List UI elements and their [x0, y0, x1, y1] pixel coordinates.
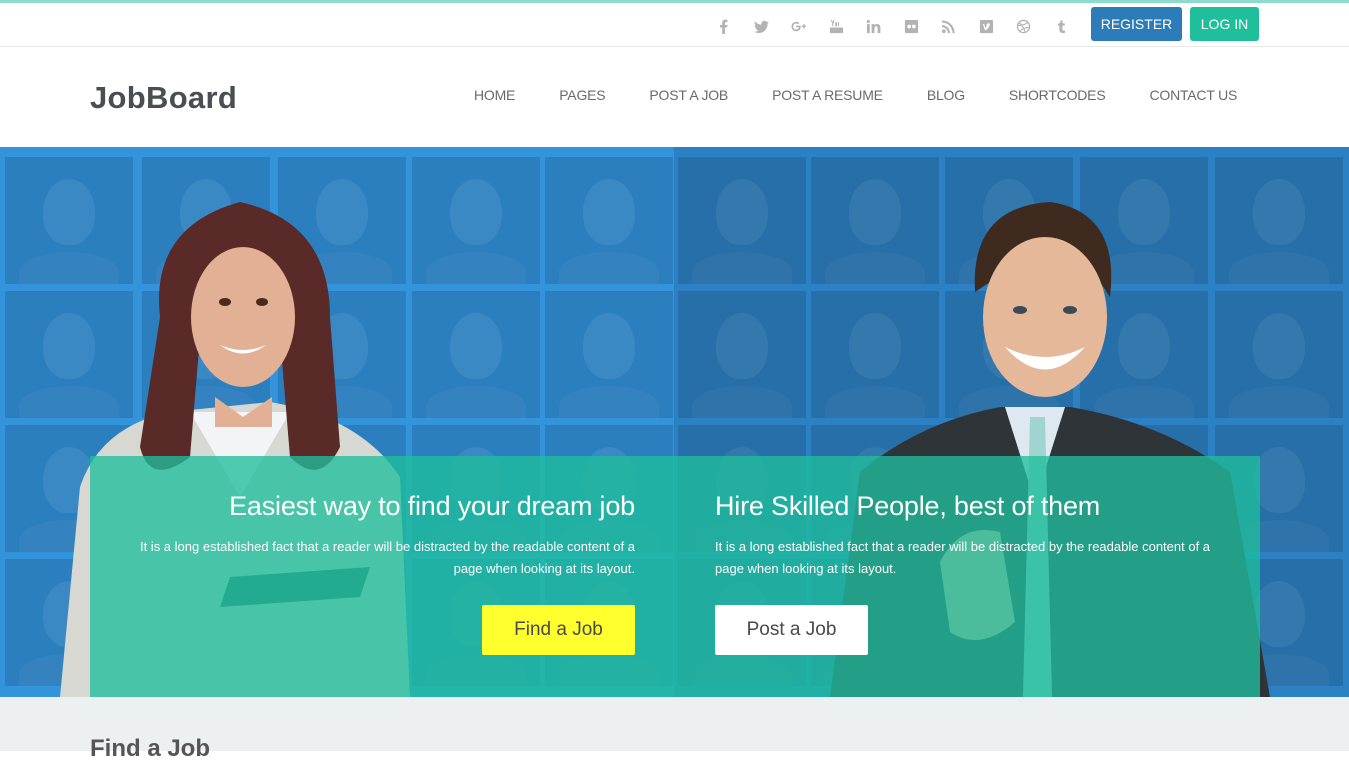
nav-contact-us[interactable]: CONTACT US	[1149, 87, 1237, 103]
nav-blog[interactable]: BLOG	[927, 87, 965, 103]
google-plus-icon[interactable]	[780, 15, 818, 37]
find-a-job-button[interactable]: Find a Job	[482, 605, 635, 655]
nav-post-a-resume[interactable]: POST A RESUME	[772, 87, 883, 103]
nav-shortcodes[interactable]: SHORTCODES	[1009, 87, 1106, 103]
youtube-icon[interactable]	[818, 15, 856, 37]
rss-icon[interactable]	[930, 15, 968, 37]
social-links	[705, 15, 1080, 37]
portrait-tile	[545, 157, 673, 284]
job-seeker-panel: Easiest way to find your dream job It is…	[90, 456, 635, 655]
site-logo[interactable]: JobBoard	[90, 80, 237, 116]
hero-banner: Easiest way to find your dream job It is…	[0, 147, 1349, 697]
job-seeker-description: It is a long established fact that a rea…	[139, 539, 635, 576]
portrait-tile	[678, 291, 806, 418]
portrait-shoulders	[426, 252, 526, 284]
linkedin-icon[interactable]	[855, 15, 893, 37]
portrait-face	[583, 313, 635, 379]
portrait-face	[716, 179, 768, 245]
portrait-tile	[545, 291, 673, 418]
section-title: Find a Job	[90, 735, 210, 762]
find-a-job-section: Find a Job	[0, 697, 1349, 762]
site-header: JobBoard HOME PAGES POST A JOB POST A RE…	[0, 47, 1349, 147]
portrait-shoulders	[692, 252, 792, 284]
register-button[interactable]: REGISTER	[1091, 7, 1182, 41]
dribbble-icon[interactable]	[1005, 15, 1043, 37]
login-button[interactable]: LOG IN	[1190, 7, 1259, 41]
twitter-icon[interactable]	[743, 15, 781, 37]
nav-home[interactable]: HOME	[474, 87, 515, 103]
employer-panel: Hire Skilled People, best of them It is …	[715, 456, 1235, 655]
employer-description: It is a long established fact that a rea…	[715, 539, 1211, 576]
vimeo-icon[interactable]	[968, 15, 1006, 37]
employer-title: Hire Skilled People, best of them	[715, 491, 1101, 521]
portrait-shoulders	[559, 386, 659, 418]
tumblr-icon[interactable]	[1043, 15, 1081, 37]
post-a-job-button[interactable]: Post a Job	[715, 605, 868, 655]
portrait-shoulders	[559, 252, 659, 284]
hero-cta-overlay: Easiest way to find your dream job It is…	[90, 456, 1260, 697]
nav-post-a-job[interactable]: POST A JOB	[649, 87, 728, 103]
flickr-icon[interactable]	[893, 15, 931, 37]
portrait-shoulders	[426, 386, 526, 418]
portrait-face	[583, 179, 635, 245]
portrait-face	[450, 313, 502, 379]
job-seeker-title: Easiest way to find your dream job	[229, 491, 635, 521]
portrait-tile	[678, 157, 806, 284]
main-nav: HOME PAGES POST A JOB POST A RESUME BLOG…	[474, 87, 1237, 103]
portrait-face	[716, 313, 768, 379]
portrait-shoulders	[692, 386, 792, 418]
portrait-face	[450, 179, 502, 245]
topbar: REGISTER LOG IN	[0, 3, 1349, 47]
nav-pages[interactable]: PAGES	[559, 87, 605, 103]
facebook-icon[interactable]	[705, 15, 743, 37]
auth-buttons: REGISTER LOG IN	[1091, 7, 1259, 41]
